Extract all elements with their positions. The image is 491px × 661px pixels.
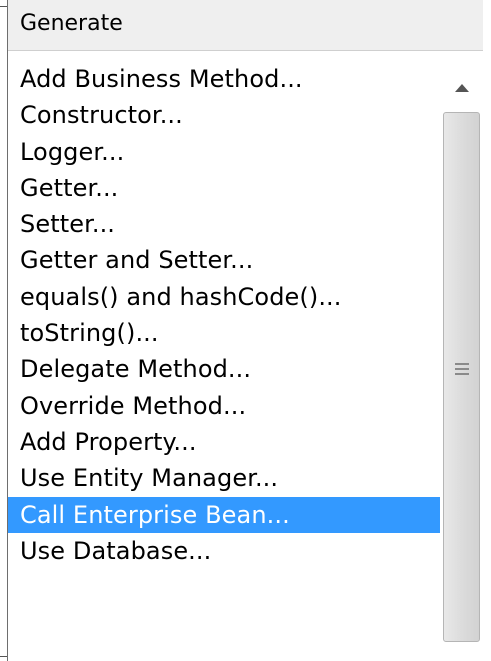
list-item-add-property[interactable]: Add Property...: [8, 424, 440, 460]
list-item-override-method[interactable]: Override Method...: [8, 388, 440, 424]
list-item-setter[interactable]: Setter...: [8, 206, 440, 242]
list-item-getter-and-setter[interactable]: Getter and Setter...: [8, 242, 440, 278]
scroll-thumb[interactable]: [443, 112, 480, 642]
divider: [0, 6, 7, 7]
list-item-use-database[interactable]: Use Database...: [8, 533, 440, 569]
screen: Generate Add Business Method... Construc…: [0, 0, 491, 661]
list-item-add-business-method[interactable]: Add Business Method...: [8, 61, 440, 97]
scroll-up-button[interactable]: [440, 62, 483, 110]
list-item-tostring[interactable]: toString()...: [8, 315, 440, 351]
popup-right-edge: [483, 0, 491, 661]
list-item-delegate-method[interactable]: Delegate Method...: [8, 351, 440, 387]
list-item-use-entity-manager[interactable]: Use Entity Manager...: [8, 460, 440, 496]
popup-header: Generate: [8, 0, 491, 51]
editor-background-strip: [0, 0, 7, 661]
list-item-getter[interactable]: Getter...: [8, 170, 440, 206]
list-item-constructor[interactable]: Constructor...: [8, 97, 440, 133]
list-item-call-enterprise-bean[interactable]: Call Enterprise Bean...: [8, 496, 440, 533]
list-item-equals-hashcode[interactable]: equals() and hashCode()...: [8, 279, 440, 315]
generate-popup: Generate Add Business Method... Construc…: [7, 0, 491, 661]
generate-options-list: Add Business Method... Constructor... Lo…: [8, 61, 440, 569]
grip-lines-icon: [455, 363, 469, 375]
divider: [0, 656, 7, 657]
list-item-logger[interactable]: Logger...: [8, 134, 440, 170]
vertical-scrollbar[interactable]: [440, 62, 483, 661]
popup-title: Generate: [20, 11, 123, 36]
chevron-up-icon: [455, 84, 469, 92]
